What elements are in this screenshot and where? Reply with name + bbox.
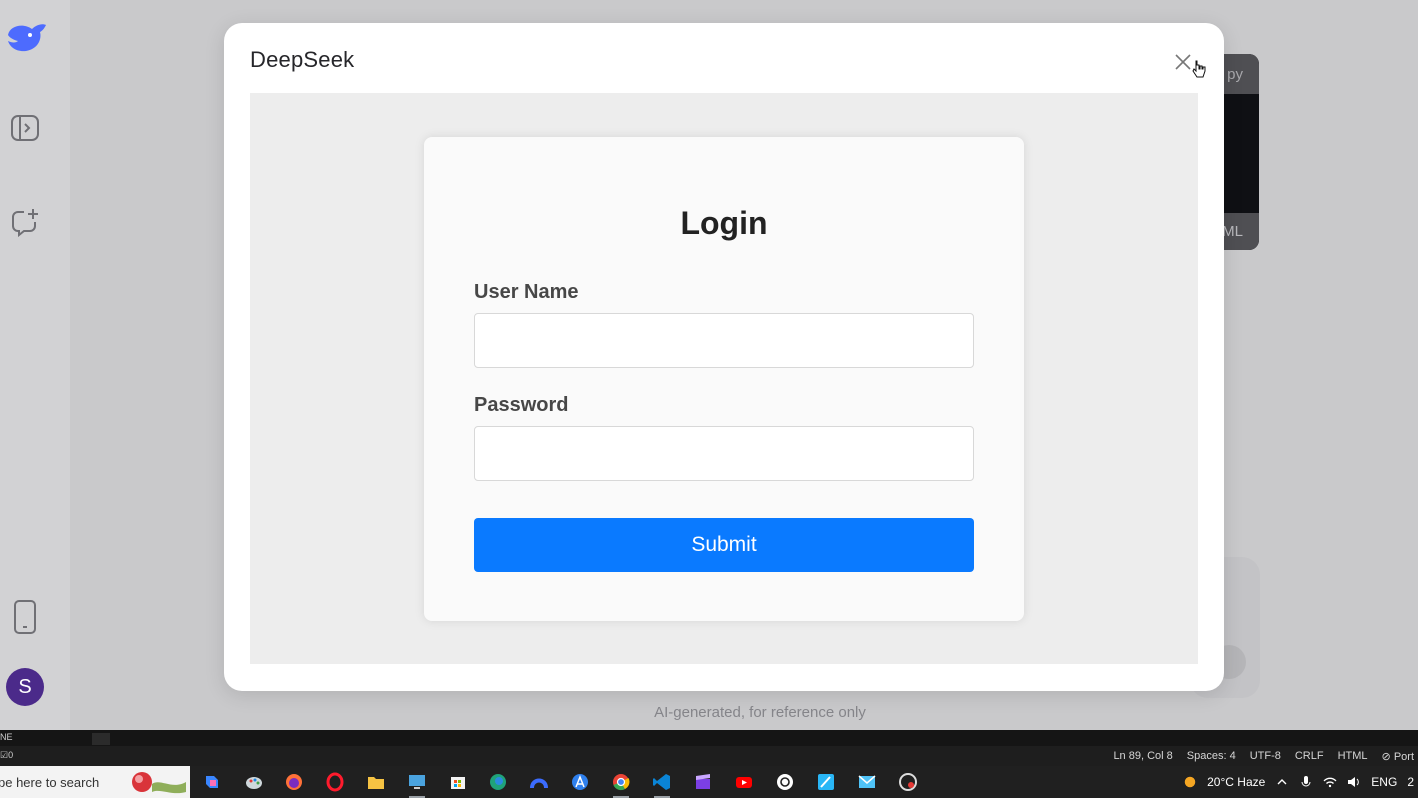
screen-recorder-icon[interactable] bbox=[896, 770, 920, 794]
app-store-icon[interactable] bbox=[568, 770, 592, 794]
volume-icon[interactable] bbox=[1347, 775, 1361, 789]
pointer-cursor-icon bbox=[1192, 60, 1206, 85]
taskbar-search[interactable]: pe here to search bbox=[0, 766, 190, 798]
encoding[interactable]: UTF-8 bbox=[1250, 750, 1281, 762]
remote-desktop-icon[interactable] bbox=[405, 770, 429, 798]
mail-app-icon[interactable] bbox=[855, 770, 879, 794]
youtube-icon[interactable] bbox=[732, 770, 756, 794]
system-tray: 20°C Haze ENG 2 bbox=[1183, 766, 1418, 798]
paint-palette-icon[interactable] bbox=[242, 770, 266, 794]
avatar-letter: S bbox=[18, 675, 32, 698]
avatar[interactable]: S bbox=[6, 668, 44, 706]
weather-text[interactable]: 20°C Haze bbox=[1207, 775, 1265, 789]
microsoft-store-icon[interactable] bbox=[446, 770, 470, 794]
mobile-phone-icon[interactable] bbox=[8, 600, 42, 634]
deepseek-whale-icon[interactable] bbox=[4, 18, 50, 58]
copilot-icon[interactable] bbox=[200, 770, 224, 794]
editor-status-bar: NE ☑0 Ln 89, Col 8 Spaces: 4 UTF-8 CRLF … bbox=[0, 730, 1418, 766]
chrome-icon[interactable] bbox=[609, 770, 633, 798]
password-label: Password bbox=[474, 394, 569, 416]
sidebar-toggle-icon[interactable] bbox=[8, 111, 42, 145]
password-input[interactable] bbox=[474, 426, 974, 481]
weather-icon[interactable] bbox=[1183, 775, 1197, 789]
line-ending[interactable]: CRLF bbox=[1295, 750, 1324, 762]
drawing-app-icon[interactable] bbox=[814, 770, 838, 794]
login-title: Login bbox=[680, 205, 768, 241]
search-placeholder: pe here to search bbox=[0, 774, 100, 790]
file-explorer-icon[interactable] bbox=[364, 770, 388, 794]
username-label: User Name bbox=[474, 281, 579, 303]
cursor-position[interactable]: Ln 89, Col 8 bbox=[1113, 750, 1172, 762]
preview-modal: DeepSeek Login User Name Password Submit bbox=[224, 23, 1224, 691]
app-sidebar: S bbox=[0, 0, 70, 730]
opera-icon[interactable] bbox=[323, 770, 347, 794]
chatgpt-icon[interactable] bbox=[773, 770, 797, 794]
status-left-top: NE bbox=[0, 732, 13, 742]
input-language[interactable]: ENG bbox=[1371, 775, 1397, 789]
status-items: Ln 89, Col 8 Spaces: 4 UTF-8 CRLF HTML ⊘… bbox=[1113, 746, 1418, 766]
wifi-icon[interactable] bbox=[1323, 775, 1337, 789]
microphone-icon[interactable] bbox=[1299, 775, 1313, 789]
search-highlight-icon bbox=[132, 772, 186, 794]
username-input[interactable] bbox=[474, 313, 974, 368]
clapperboard-icon[interactable] bbox=[691, 770, 715, 794]
port-status[interactable]: ⊘ Port bbox=[1382, 750, 1414, 763]
submit-button[interactable]: Submit bbox=[474, 518, 974, 572]
indentation[interactable]: Spaces: 4 bbox=[1187, 750, 1236, 762]
status-left-bottom[interactable]: ☑0 bbox=[0, 750, 13, 761]
firefox-icon[interactable] bbox=[282, 770, 306, 794]
ai-disclaimer: AI-generated, for reference only bbox=[654, 704, 866, 721]
chevron-up-icon[interactable] bbox=[1275, 775, 1289, 789]
panel-tab-strip bbox=[0, 730, 1418, 746]
new-chat-icon[interactable] bbox=[8, 205, 42, 239]
language-mode[interactable]: HTML bbox=[1338, 750, 1368, 762]
panel-tab[interactable] bbox=[92, 733, 110, 745]
vscode-icon[interactable] bbox=[650, 770, 674, 798]
login-card: Login User Name Password Submit bbox=[424, 137, 1024, 621]
windows-taskbar: pe here to search 20°C Haze ENG 2 bbox=[0, 766, 1418, 798]
html-preview-area: Login User Name Password Submit bbox=[250, 93, 1198, 664]
modal-title: DeepSeek bbox=[250, 47, 355, 72]
clock-fragment[interactable]: 2 bbox=[1407, 775, 1414, 789]
edge-icon[interactable] bbox=[486, 770, 510, 794]
arc-icon[interactable] bbox=[527, 770, 551, 794]
